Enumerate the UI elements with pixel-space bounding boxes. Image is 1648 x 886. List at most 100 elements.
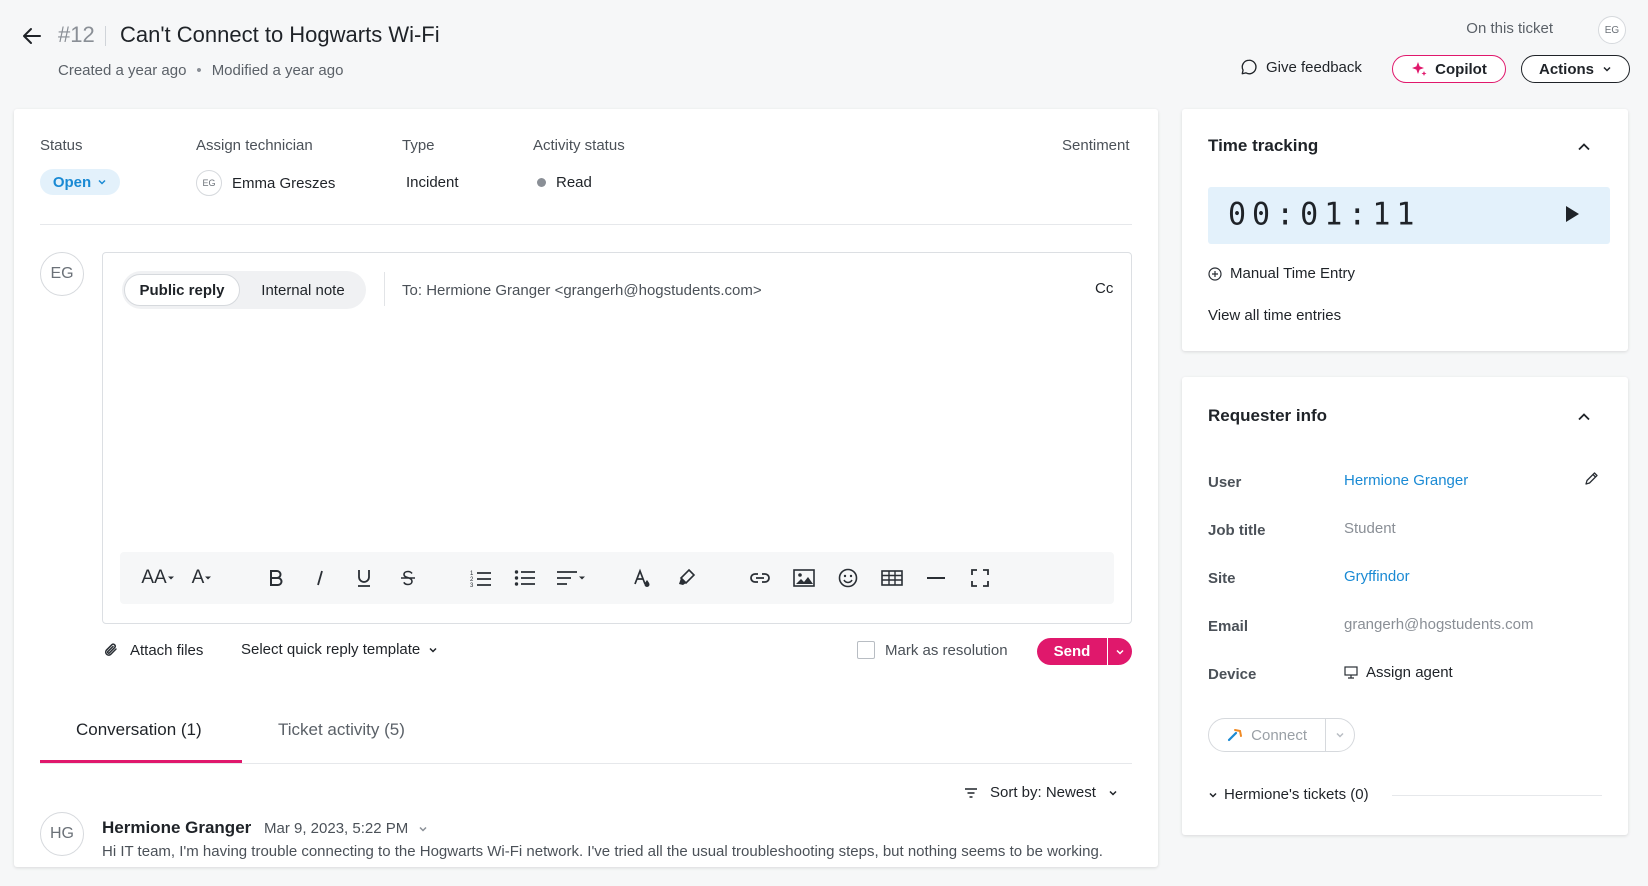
give-feedback-label: Give feedback — [1266, 58, 1362, 76]
public-reply-tab[interactable]: Public reply — [124, 274, 240, 306]
tab-conversation[interactable]: Conversation (1) — [76, 720, 202, 740]
time-tracking-title: Time tracking — [1208, 136, 1319, 155]
message-date[interactable]: Mar 9, 2023, 5:22 PM — [264, 820, 428, 837]
status-label: Status — [40, 137, 83, 154]
message-avatar: HG — [40, 812, 84, 856]
back-arrow-icon[interactable] — [20, 24, 44, 48]
recipient-line[interactable]: To: Hermione Granger <grangerh@hogstuden… — [402, 282, 762, 299]
actions-button[interactable]: Actions — [1521, 55, 1630, 83]
message-body: Hi IT team, I'm having trouble connectin… — [102, 843, 1103, 860]
connect-label: Connect — [1251, 726, 1308, 744]
technician-avatar: EG — [196, 170, 222, 196]
chevron-down-icon — [1115, 647, 1125, 657]
table-icon[interactable] — [878, 560, 906, 596]
status-dot — [537, 178, 546, 187]
bold-icon[interactable] — [262, 560, 290, 596]
font-size-button[interactable]: AA — [138, 560, 178, 596]
type-label: Type — [402, 137, 435, 154]
plus-circle-icon — [1208, 266, 1222, 281]
monitor-icon — [1344, 666, 1358, 679]
copilot-label: Copilot — [1435, 60, 1487, 78]
activity-status-label: Activity status — [533, 137, 625, 154]
font-color-label: A — [191, 567, 205, 588]
status-dropdown[interactable]: Open — [40, 169, 120, 195]
bullet-list-icon[interactable] — [510, 560, 540, 596]
assign-agent-label: Assign agent — [1366, 664, 1453, 681]
give-feedback-button[interactable]: Give feedback — [1240, 58, 1362, 76]
composer-divider — [384, 272, 385, 306]
fullscreen-icon[interactable] — [966, 560, 994, 596]
user-link[interactable]: Hermione Granger — [1344, 472, 1468, 489]
message-author: Hermione Granger — [102, 818, 252, 837]
timer-value: 00:01:11 — [1228, 196, 1421, 233]
ordered-list-icon[interactable]: 123 — [466, 560, 496, 596]
internal-note-tab[interactable]: Internal note — [244, 274, 362, 306]
viewer-avatar[interactable]: EG — [1598, 16, 1626, 44]
font-color-dropdown[interactable]: A — [186, 560, 218, 596]
italic-icon[interactable] — [306, 560, 334, 596]
requester-tickets-toggle[interactable]: Hermione's tickets (0) — [1208, 786, 1369, 803]
chevron-down-icon — [97, 177, 107, 187]
svg-text:3: 3 — [470, 583, 474, 587]
ticket-title: Can't Connect to Hogwarts Wi-Fi — [120, 22, 440, 47]
strikethrough-icon[interactable] — [394, 560, 422, 596]
chevron-down-icon — [1208, 790, 1218, 800]
requester-info-card — [1182, 377, 1628, 835]
requester-tickets-label: Hermione's tickets (0) — [1224, 786, 1369, 803]
cc-button[interactable]: Cc — [1095, 280, 1113, 297]
manual-time-entry-label: Manual Time Entry — [1230, 265, 1356, 282]
view-all-time-entries-link[interactable]: View all time entries — [1208, 307, 1341, 324]
align-icon[interactable] — [552, 560, 590, 596]
highlighter-icon[interactable] — [672, 560, 700, 596]
technician-selector[interactable]: EG Emma Greszes — [196, 170, 335, 196]
assign-agent-button[interactable]: Assign agent — [1344, 664, 1453, 681]
sparkle-icon — [1411, 61, 1427, 77]
divider — [40, 224, 1132, 225]
send-button[interactable]: Send — [1037, 638, 1107, 665]
mark-resolution-checkbox[interactable] — [857, 641, 875, 659]
status-value: Open — [52, 173, 92, 191]
link-icon[interactable] — [746, 560, 774, 596]
on-this-ticket-label: On this ticket — [1466, 20, 1553, 37]
ticket-meta: Created a year ago • Modified a year ago — [58, 62, 343, 79]
modified-time: Modified a year ago — [211, 62, 344, 79]
tab-ticket-activity[interactable]: Ticket activity (5) — [278, 720, 405, 740]
title-divider — [105, 26, 106, 46]
underline-icon[interactable] — [350, 560, 378, 596]
chevron-up-icon[interactable] — [1576, 139, 1592, 155]
copilot-button[interactable]: Copilot — [1392, 55, 1506, 83]
attach-files-button[interactable]: Attach files — [102, 641, 203, 659]
text-color-icon[interactable] — [628, 560, 656, 596]
device-label: Device — [1208, 666, 1257, 683]
mark-resolution-label: Mark as resolution — [885, 641, 1008, 659]
composer-avatar: EG — [40, 252, 84, 296]
connect-options-button[interactable] — [1326, 719, 1354, 751]
quick-reply-dropdown[interactable]: Select quick reply template — [241, 641, 438, 658]
chevron-down-icon — [428, 645, 438, 655]
user-label: User — [1208, 474, 1242, 491]
image-icon[interactable] — [790, 560, 818, 596]
chevron-down-icon — [418, 824, 428, 834]
site-link[interactable]: Gryffindor — [1344, 568, 1410, 585]
to-label: To: — [402, 282, 423, 299]
play-icon[interactable] — [1564, 205, 1580, 223]
type-selector[interactable]: Incident — [406, 174, 459, 191]
to-value: Hermione Granger <grangerh@hogstudents.c… — [426, 282, 762, 299]
attach-files-label: Attach files — [130, 641, 204, 659]
requester-info-title: Requester info — [1208, 406, 1328, 425]
mark-resolution: Mark as resolution — [857, 641, 1008, 659]
sentiment-label: Sentiment — [1062, 137, 1130, 154]
connect-button[interactable]: Connect — [1209, 719, 1327, 751]
email-value: grangerh@hogstudents.com — [1344, 616, 1534, 633]
horizontal-rule-icon[interactable] — [922, 560, 950, 596]
manual-time-entry-button[interactable]: Manual Time Entry — [1208, 265, 1355, 282]
emoji-icon[interactable] — [834, 560, 862, 596]
sort-dropdown[interactable]: Sort by: Newest — [964, 784, 1118, 801]
ticket-number: #12 — [58, 22, 95, 47]
pencil-icon[interactable] — [1584, 471, 1599, 486]
technician-name: Emma Greszes — [232, 174, 336, 192]
activity-status-value: Read — [556, 174, 592, 191]
chevron-up-icon[interactable] — [1576, 409, 1592, 425]
chevron-down-icon — [1108, 788, 1118, 798]
paperclip-icon — [102, 641, 120, 659]
